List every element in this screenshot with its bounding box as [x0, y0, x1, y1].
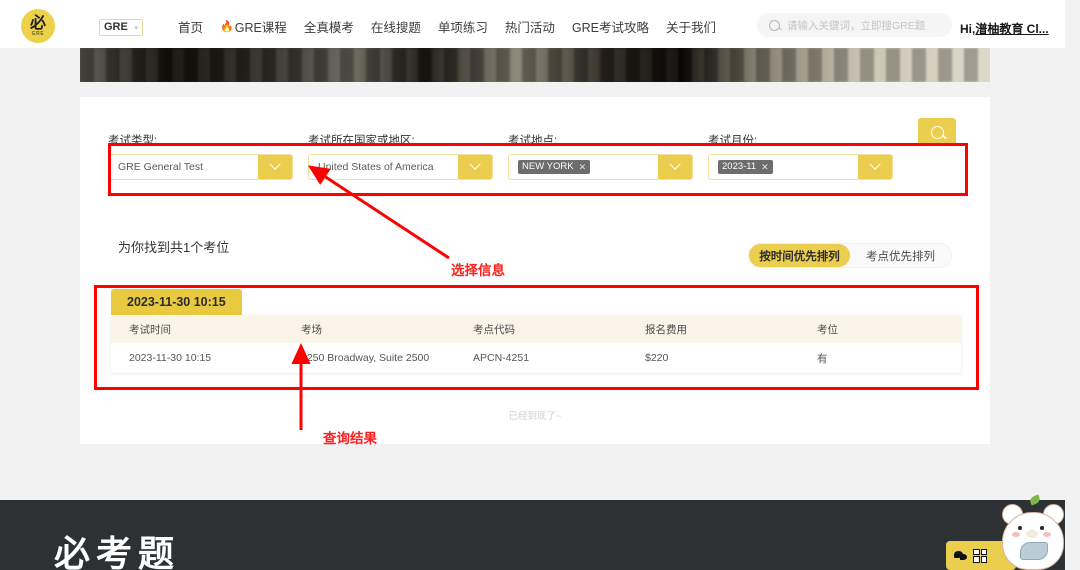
- bear-cheek-right: [1043, 532, 1051, 537]
- annotation-box-filters: [108, 143, 968, 196]
- bear-body: [1002, 512, 1064, 570]
- wechat-icon: [954, 551, 967, 560]
- annotation-label-select-info: 选择信息: [451, 263, 505, 278]
- search-submit-button[interactable]: [918, 118, 956, 146]
- nav-item-label: 首页: [178, 20, 204, 35]
- nav-item-about-us[interactable]: 关于我们: [666, 17, 716, 36]
- qrcode-icon: [973, 548, 987, 563]
- mascot-bear-illustration: [996, 492, 1065, 570]
- banner-texture: [80, 48, 990, 82]
- sort-by-center-button[interactable]: 考点优先排列: [850, 244, 951, 267]
- result-count-text: 为你找到共1个考位: [118, 240, 230, 255]
- footer-brand-title: 必考题: [54, 533, 181, 570]
- site-logo[interactable]: 必 GRE: [21, 9, 55, 43]
- sort-toggle-group: 按时间优先排列 考点优先排列: [748, 243, 952, 268]
- header-search-box[interactable]: 请输入关键词，立即搜GRE题: [757, 13, 952, 37]
- nav-item-label: GRE考试攻略: [571, 20, 649, 35]
- nav-item-label: 在线搜题: [370, 20, 421, 35]
- nav-item-practice[interactable]: 单项练习: [438, 17, 488, 36]
- bear-eye-left: [1018, 526, 1022, 530]
- bear-cheek-left: [1012, 532, 1020, 537]
- search-icon: [930, 125, 944, 139]
- header-search-placeholder: 请输入关键词，立即搜GRE题: [787, 19, 926, 32]
- end-of-list-text: 已经到底了~: [508, 411, 562, 422]
- main-nav: 首页 🔥 GRE课程 全真模考 在线搜题 单项练习 热门活动 GRE考试攻略 关于…: [178, 16, 716, 36]
- annotation-box-results: [94, 285, 979, 390]
- nav-item-mock-exam[interactable]: 全真模考: [304, 17, 354, 36]
- search-icon: [769, 19, 780, 31]
- nav-item-activities[interactable]: 热门活动: [505, 17, 555, 36]
- fire-icon: 🔥: [220, 20, 234, 33]
- exam-type-select[interactable]: GRE ▾: [99, 19, 143, 36]
- nav-item-online-search[interactable]: 在线搜题: [371, 17, 421, 36]
- nav-item-gre-course[interactable]: 🔥 GRE课程: [220, 17, 287, 36]
- bear-snout: [1026, 530, 1038, 538]
- user-greeting-prefix: Hi,: [960, 22, 976, 36]
- logo-glyph: 必: [29, 15, 46, 32]
- page-root: 必 GRE GRE ▾ 首页 🔥 GRE课程 全真模考 在线搜题 单项练习 热门活…: [0, 0, 1065, 570]
- user-greeting[interactable]: Hi,潽柚教育 Cl...: [960, 20, 1049, 37]
- bear-eye-right: [1040, 526, 1044, 530]
- hero-banner-image: [80, 48, 990, 82]
- fish-icon: [1020, 542, 1048, 560]
- nav-item-label: GRE课程: [234, 20, 287, 35]
- site-header: 必 GRE GRE ▾ 首页 🔥 GRE课程 全真模考 在线搜题 单项练习 热门活…: [0, 0, 1065, 48]
- nav-item-label: 热门活动: [504, 20, 555, 35]
- sort-by-time-button[interactable]: 按时间优先排列: [749, 244, 850, 267]
- nav-item-home[interactable]: 首页: [178, 17, 203, 36]
- site-footer: 必考题: [0, 500, 1065, 570]
- nav-item-label: 单项练习: [437, 20, 488, 35]
- user-name: 潽柚教育 Cl...: [975, 22, 1049, 36]
- annotation-label-query-result: 查询结果: [323, 431, 377, 446]
- chevron-down-icon: ▾: [134, 24, 138, 32]
- sprout-icon: [1028, 494, 1042, 506]
- nav-item-label: 关于我们: [665, 20, 716, 35]
- nav-item-gre-guide[interactable]: GRE考试攻略: [572, 17, 649, 36]
- nav-item-label: 全真模考: [303, 20, 354, 35]
- exam-type-select-value: GRE: [104, 21, 128, 33]
- logo-subtext: GRE: [31, 31, 45, 37]
